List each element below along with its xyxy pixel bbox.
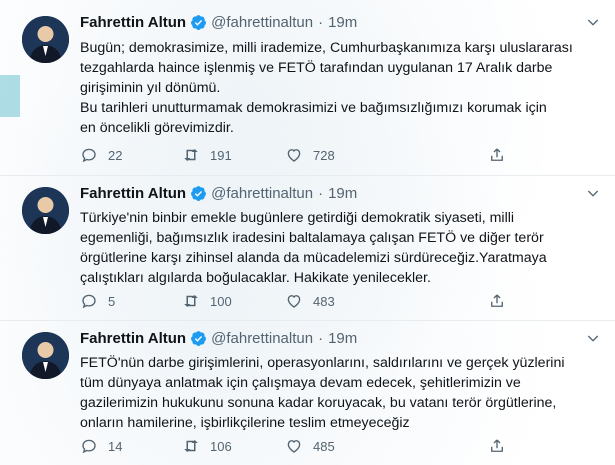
chevron-down-icon[interactable] xyxy=(585,330,601,346)
retweet-icon xyxy=(184,440,198,452)
separator-dot: · xyxy=(318,14,324,31)
like-button[interactable]: 728 xyxy=(285,146,335,164)
reply-icon xyxy=(82,148,96,163)
author-name[interactable]: Fahrettin Altun xyxy=(80,185,186,202)
tweet-text-line: FETÖ'nün darbe girişimlerini, operasyonl… xyxy=(80,355,565,371)
share-button[interactable] xyxy=(488,437,506,455)
reply-button[interactable]: 22 xyxy=(80,146,122,164)
tweet-text: Türkiye'nin binbir emekle bugünlere geti… xyxy=(80,208,597,288)
retweet-count: 106 xyxy=(210,438,232,454)
author-handle[interactable]: @fahrettinaltun xyxy=(211,330,313,347)
author-handle[interactable]: @fahrettinaltun xyxy=(211,14,313,31)
reply-count: 22 xyxy=(108,147,123,163)
reply-count: 14 xyxy=(108,438,123,454)
timestamp[interactable]: 19m xyxy=(328,330,357,347)
reply-button[interactable]: 14 xyxy=(80,437,122,455)
tweet-header: Fahrettin Altun @fahrettinaltun · 19m xyxy=(80,330,357,347)
avatar[interactable] xyxy=(22,16,69,63)
timestamp[interactable]: 19m xyxy=(328,185,357,202)
timestamp[interactable]: 19m xyxy=(328,14,357,31)
tweet[interactable]: Fahrettin Altun @fahrettinaltun · 19m FE… xyxy=(0,321,615,465)
heart-icon xyxy=(287,149,301,162)
share-icon xyxy=(491,294,503,307)
tweet[interactable]: Fahrettin Altun @fahrettinaltun · 19m Tü… xyxy=(0,176,615,321)
tweet-text-line: çalıştıkları algılarda boğulacaklar. Hak… xyxy=(80,270,431,286)
tweet-text: Bugün; demokrasimize, milli irademize, C… xyxy=(80,38,597,138)
reply-icon xyxy=(82,294,96,309)
retweet-button[interactable]: 106 xyxy=(182,437,232,455)
heart-icon xyxy=(287,440,301,453)
retweet-icon xyxy=(184,295,198,307)
share-icon xyxy=(491,439,503,452)
avatar[interactable] xyxy=(22,187,69,234)
share-button[interactable] xyxy=(488,146,506,164)
reply-button[interactable]: 5 xyxy=(80,292,115,310)
avatar[interactable] xyxy=(22,332,69,379)
tweet-text-line: örgütlerine karşı zihinsel alanda da müc… xyxy=(80,250,547,266)
tweet-text-line: Türkiye'nin binbir emekle bugünlere geti… xyxy=(80,210,515,226)
separator-dot: · xyxy=(318,330,324,347)
share-button[interactable] xyxy=(488,292,506,310)
verified-badge-icon xyxy=(190,185,207,202)
author-handle[interactable]: @fahrettinaltun xyxy=(211,185,313,202)
tweet[interactable]: Fahrettin Altun @fahrettinaltun · 19m Bu… xyxy=(0,0,615,176)
retweet-count: 100 xyxy=(210,293,232,309)
tweet-header: Fahrettin Altun @fahrettinaltun · 19m xyxy=(80,185,357,202)
like-count: 728 xyxy=(313,147,335,163)
author-name[interactable]: Fahrettin Altun xyxy=(80,330,186,347)
tweet-text-line: Bugün; demokrasimize, milli irademize, C… xyxy=(80,40,573,56)
reply-count: 5 xyxy=(108,293,116,309)
verified-badge-icon xyxy=(190,14,207,31)
tweet-actions: 5 100 483 xyxy=(80,292,530,312)
separator-dot: · xyxy=(318,185,324,202)
like-button[interactable]: 485 xyxy=(285,437,335,455)
verified-badge-icon xyxy=(190,330,207,347)
retweet-count: 191 xyxy=(210,147,232,163)
tweet-text-line: egemenliği, bağımsızlık iradesini baltal… xyxy=(80,230,544,246)
retweet-button[interactable]: 100 xyxy=(182,292,232,310)
tweet-text-line: gazilerimizin hukukunu sonuna kadar koru… xyxy=(80,395,557,411)
heart-icon xyxy=(287,295,301,308)
reply-icon xyxy=(82,439,96,454)
retweet-button[interactable]: 191 xyxy=(182,146,232,164)
chevron-down-icon[interactable] xyxy=(585,14,601,30)
tweet-text-line: tüm dünyaya anlatmak için çalışmaya deva… xyxy=(80,375,521,391)
share-icon xyxy=(491,148,503,161)
chevron-down-icon[interactable] xyxy=(585,185,601,201)
retweet-icon xyxy=(184,149,198,161)
like-count: 485 xyxy=(313,438,335,454)
tweet-text-line: girişiminin yıl dönümü. xyxy=(80,80,221,96)
like-count: 483 xyxy=(313,293,335,309)
tweet-text-line: en öncelikli görevimizdir. xyxy=(80,120,234,136)
tweet-text-line: tezgahlarda haince işlenmiş ve FETÖ tara… xyxy=(80,60,553,76)
tweet-text: FETÖ'nün darbe girişimlerini, operasyonl… xyxy=(80,353,597,433)
tweet-actions: 14 106 485 xyxy=(80,437,530,457)
author-name[interactable]: Fahrettin Altun xyxy=(80,14,186,31)
tweet-actions: 22 191 728 xyxy=(80,146,530,166)
tweet-header: Fahrettin Altun @fahrettinaltun · 19m xyxy=(80,14,357,31)
like-button[interactable]: 483 xyxy=(285,292,335,310)
tweet-text-line: onların hamilerine, işbirlikçilerine tes… xyxy=(80,415,410,431)
tweet-text-line: Bu tarihleri unutturmamak demokrasimizi … xyxy=(80,100,547,116)
